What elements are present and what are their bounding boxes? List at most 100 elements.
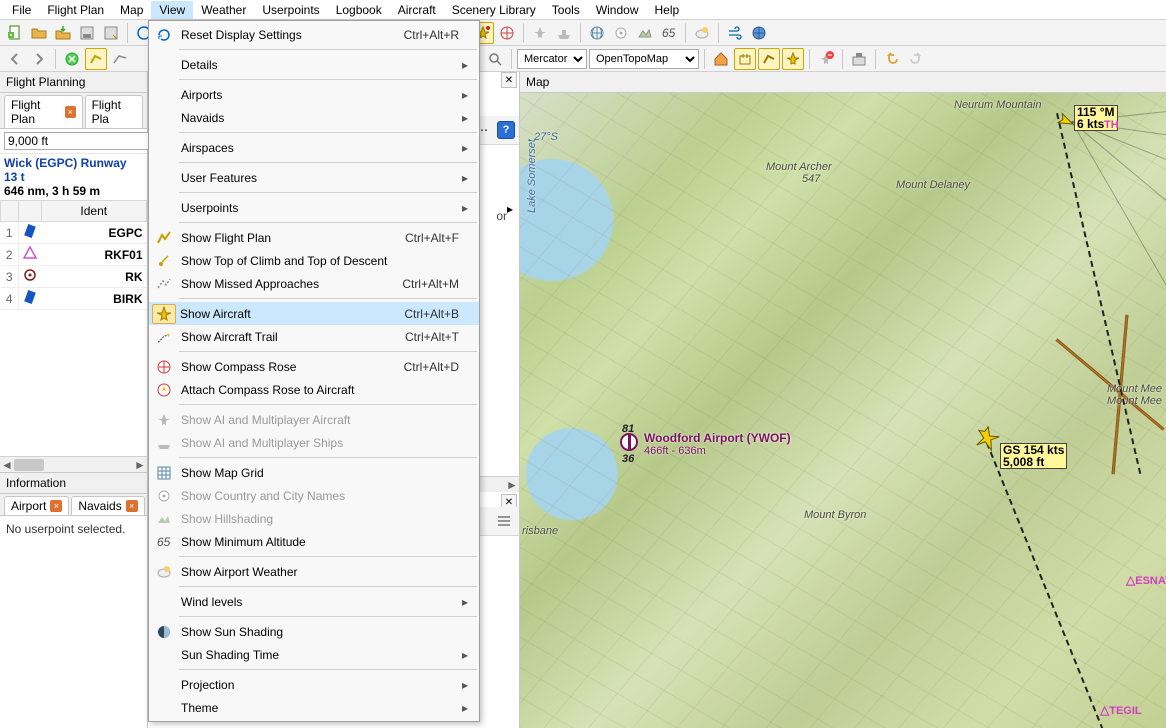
minalt-icon[interactable]: 65 bbox=[658, 22, 680, 44]
hillshade-icon[interactable] bbox=[634, 22, 656, 44]
globe-icon[interactable] bbox=[748, 22, 770, 44]
menu-logbook[interactable]: Logbook bbox=[328, 1, 390, 19]
menuitem-user-features[interactable]: User Features▸ bbox=[149, 166, 479, 189]
save-as-icon[interactable] bbox=[100, 22, 122, 44]
menuitem-theme[interactable]: Theme▸ bbox=[149, 696, 479, 719]
menuitem-label: Userpoints bbox=[177, 201, 459, 215]
information-title: Information bbox=[0, 473, 147, 494]
menu-userpoints[interactable]: Userpoints bbox=[254, 1, 327, 19]
ai-ship-icon[interactable] bbox=[553, 22, 575, 44]
tab-navaids[interactable]: Navaids× bbox=[71, 496, 144, 515]
menuitem-details[interactable]: Details▸ bbox=[149, 53, 479, 76]
list-icon[interactable] bbox=[493, 510, 515, 532]
append-plan-icon[interactable] bbox=[52, 22, 74, 44]
compass-icon[interactable] bbox=[496, 22, 518, 44]
ai-aircraft-icon[interactable] bbox=[529, 22, 551, 44]
menu-aircraft[interactable]: Aircraft bbox=[390, 1, 444, 19]
map-canvas[interactable]: Neurum Mountain Mount Archer 547 Mount D… bbox=[520, 93, 1166, 728]
menuitem-show-minimum-altitude[interactable]: 65Show Minimum Altitude bbox=[149, 530, 479, 553]
menu-flight-plan[interactable]: Flight Plan bbox=[39, 1, 112, 19]
menu-help[interactable]: Help bbox=[647, 1, 688, 19]
close-panel-icon[interactable]: ✕ bbox=[501, 72, 517, 88]
close-icon[interactable]: × bbox=[65, 106, 76, 118]
menuitem-reset-display-settings[interactable]: Reset Display SettingsCtrl+Alt+R bbox=[149, 23, 479, 46]
menuitem-navaids[interactable]: Navaids▸ bbox=[149, 106, 479, 129]
menuitem-show-missed-approaches[interactable]: Show Missed ApproachesCtrl+Alt+M bbox=[149, 272, 479, 295]
tab-flight-plan[interactable]: Flight Plan× bbox=[4, 95, 83, 128]
adjust-route-icon[interactable] bbox=[109, 48, 131, 70]
names-icon[interactable] bbox=[610, 22, 632, 44]
menu-scenery-library[interactable]: Scenery Library bbox=[444, 1, 544, 19]
menuitem-show-compass-rose[interactable]: Show Compass RoseCtrl+Alt+D bbox=[149, 355, 479, 378]
fix-marker[interactable]: TH bbox=[1104, 117, 1119, 131]
delete-route-icon[interactable] bbox=[61, 48, 83, 70]
menuitem-attach-compass-rose-to-aircraft[interactable]: Attach Compass Rose to Aircraft bbox=[149, 378, 479, 401]
menu-view[interactable]: View bbox=[151, 1, 193, 19]
back-icon[interactable] bbox=[4, 48, 26, 70]
grid-icon[interactable] bbox=[586, 22, 608, 44]
menuitem-label: Projection bbox=[177, 678, 459, 692]
menuitem-label: Airports bbox=[177, 88, 459, 102]
menuitem-show-top-of-climb-and-top-of-descent[interactable]: Show Top of Climb and Top of Descent bbox=[149, 249, 479, 272]
undo-icon[interactable] bbox=[881, 48, 903, 70]
map-label: 547 bbox=[802, 173, 820, 185]
table-row[interactable]: 3RK bbox=[1, 266, 147, 288]
menuitem-show-airport-weather[interactable]: Show Airport Weather bbox=[149, 560, 479, 583]
menuitem-airports[interactable]: Airports▸ bbox=[149, 83, 479, 106]
new-file-icon[interactable] bbox=[4, 22, 26, 44]
fix-marker[interactable]: △ESNAV bbox=[1126, 573, 1166, 587]
hscrollbar[interactable]: ◄► bbox=[0, 456, 147, 472]
delete-ac-icon[interactable] bbox=[815, 48, 837, 70]
menu-map[interactable]: Map bbox=[112, 1, 151, 19]
tab-airport[interactable]: Airport× bbox=[4, 496, 69, 515]
menuitem-show-flight-plan[interactable]: Show Flight PlanCtrl+Alt+F bbox=[149, 226, 479, 249]
projection-select[interactable]: Mercator bbox=[517, 49, 587, 69]
map-label: Mount Mee bbox=[1107, 383, 1162, 395]
tab-flight-plan-2[interactable]: Flight Pla bbox=[85, 95, 143, 128]
goto-home-icon[interactable] bbox=[734, 48, 756, 70]
menuitem-show-aircraft[interactable]: Show AircraftCtrl+Alt+B bbox=[149, 302, 479, 325]
runway-label: 36 bbox=[622, 453, 634, 465]
close-icon[interactable]: × bbox=[126, 500, 138, 512]
menuitem-show-aircraft-trail[interactable]: Show Aircraft TrailCtrl+Alt+T bbox=[149, 325, 479, 348]
cruise-alt-input[interactable] bbox=[4, 132, 167, 150]
tod-icon bbox=[151, 253, 177, 269]
menuitem-show-map-grid[interactable]: Show Map Grid bbox=[149, 461, 479, 484]
map-label: Mount Mee bbox=[1107, 395, 1162, 407]
col-ident[interactable]: Ident bbox=[41, 201, 147, 222]
menuitem-wind-levels[interactable]: Wind levels▸ bbox=[149, 590, 479, 613]
center-route-icon[interactable] bbox=[758, 48, 780, 70]
home-icon[interactable] bbox=[710, 48, 732, 70]
menuitem-sun-shading-time[interactable]: Sun Shading Time▸ bbox=[149, 643, 479, 666]
help-icon[interactable]: ? bbox=[497, 121, 515, 139]
search-map-icon[interactable] bbox=[484, 48, 506, 70]
fix-marker[interactable]: △TEGIL bbox=[1100, 703, 1142, 717]
center-ac-icon[interactable] bbox=[782, 48, 804, 70]
map-label: 27°S bbox=[534, 131, 558, 143]
table-row[interactable]: 1EGPC bbox=[1, 222, 147, 244]
table-row[interactable]: 2RKF01 bbox=[1, 244, 147, 266]
menuitem-projection[interactable]: Projection▸ bbox=[149, 673, 479, 696]
menuitem-userpoints[interactable]: Userpoints▸ bbox=[149, 196, 479, 219]
redo-icon[interactable] bbox=[905, 48, 927, 70]
calc-route-icon[interactable] bbox=[85, 48, 107, 70]
airport-marker[interactable] bbox=[620, 433, 638, 451]
wind-icon[interactable] bbox=[724, 22, 746, 44]
info-body: No userpoint selected. bbox=[0, 516, 147, 728]
map-label: Neurum Mountain bbox=[954, 99, 1041, 111]
open-folder-icon[interactable] bbox=[28, 22, 50, 44]
table-row[interactable]: 4BIRK bbox=[1, 288, 147, 310]
user-aircraft-icon[interactable] bbox=[972, 423, 1002, 456]
menu-file[interactable]: File bbox=[4, 1, 39, 19]
theme-select[interactable]: OpenTopoMap bbox=[589, 49, 699, 69]
menu-weather[interactable]: Weather bbox=[193, 1, 254, 19]
forward-icon[interactable] bbox=[28, 48, 50, 70]
save-icon[interactable] bbox=[76, 22, 98, 44]
menuitem-show-sun-shading[interactable]: Show Sun Shading bbox=[149, 620, 479, 643]
weather-icon[interactable] bbox=[691, 22, 713, 44]
menu-tools[interactable]: Tools bbox=[544, 1, 588, 19]
menu-window[interactable]: Window bbox=[588, 1, 647, 19]
close-icon[interactable]: × bbox=[50, 500, 62, 512]
save-map-icon[interactable] bbox=[848, 48, 870, 70]
menuitem-airspaces[interactable]: Airspaces▸ bbox=[149, 136, 479, 159]
